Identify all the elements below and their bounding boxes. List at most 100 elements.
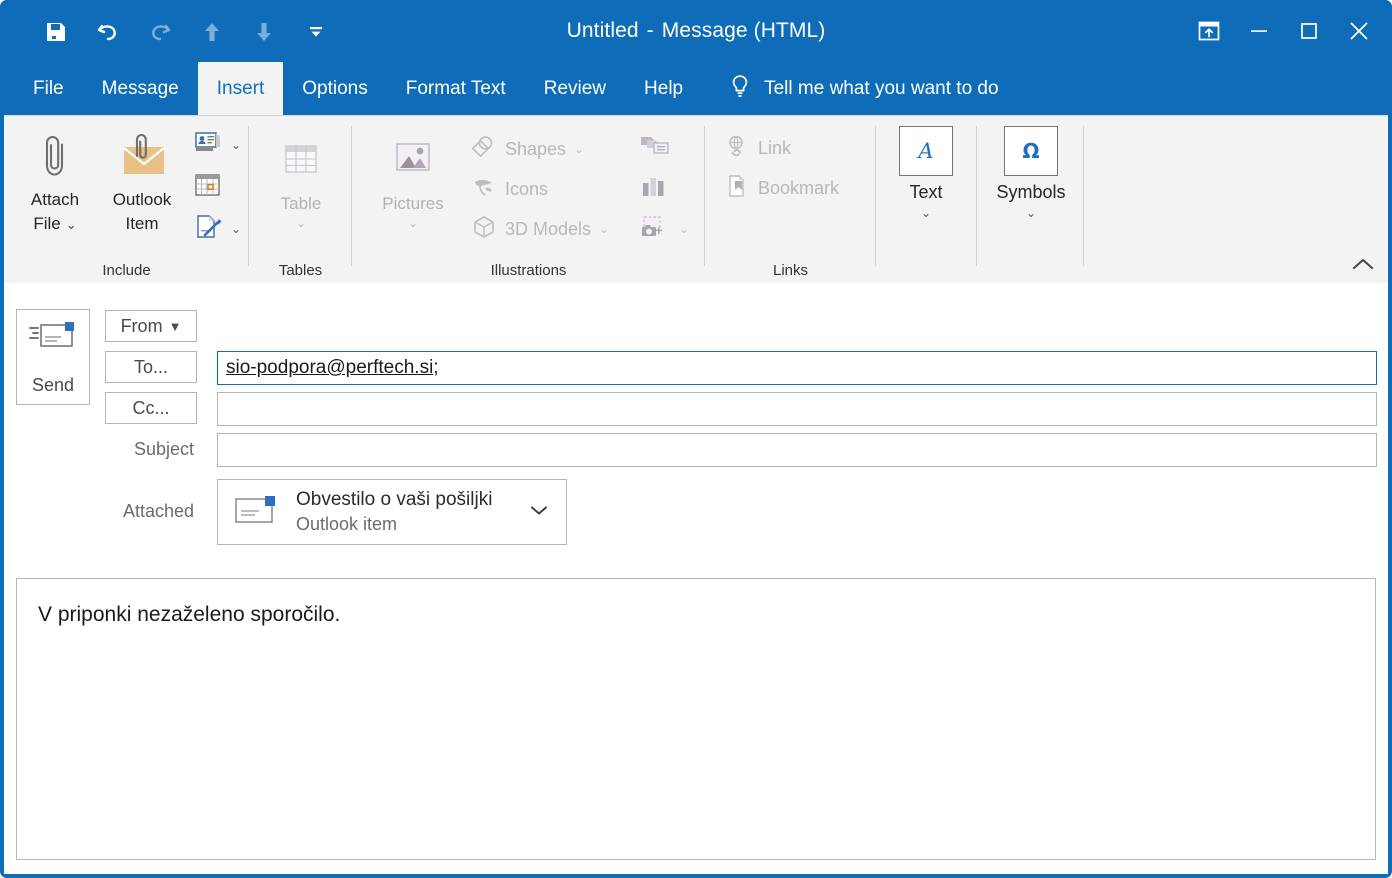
next-item-icon[interactable] bbox=[238, 10, 290, 54]
quick-access-toolbar bbox=[30, 10, 342, 54]
tab-format-text[interactable]: Format Text bbox=[387, 62, 525, 115]
tab-file[interactable]: File bbox=[14, 62, 83, 115]
chevron-down-icon: ▼ bbox=[168, 318, 182, 334]
attachment-text: Obvestilo o vaši pošiljki Outlook item bbox=[296, 488, 528, 536]
message-body[interactable]: V priponki nezaželeno sporočilo. bbox=[16, 578, 1376, 860]
chevron-down-icon[interactable]: ⌄ bbox=[296, 217, 306, 229]
table-icon bbox=[277, 132, 325, 188]
shapes-icon bbox=[471, 134, 497, 165]
attachment-item[interactable]: Obvestilo o vaši pošiljki Outlook item bbox=[217, 479, 567, 545]
attach-file-label-line1: Attach bbox=[30, 190, 80, 209]
chevron-down-icon[interactable]: ⌄ bbox=[231, 222, 241, 236]
message-body-text: V priponki nezaželeno sporočilo. bbox=[38, 603, 341, 626]
previous-item-icon[interactable] bbox=[186, 10, 238, 54]
redo-icon[interactable] bbox=[134, 10, 186, 54]
undo-icon[interactable] bbox=[82, 10, 134, 54]
tab-review[interactable]: Review bbox=[525, 62, 625, 115]
tab-options[interactable]: Options bbox=[283, 62, 386, 115]
to-label: To... bbox=[133, 356, 168, 377]
cc-label: Cc... bbox=[132, 397, 170, 418]
chevron-down-icon[interactable]: ⌄ bbox=[1026, 207, 1036, 219]
chevron-down-icon[interactable]: ⌄ bbox=[921, 207, 931, 219]
send-button[interactable]: Send bbox=[16, 309, 90, 405]
symbols-button[interactable]: Ω Symbols ⌄ bbox=[985, 126, 1077, 219]
from-button[interactable]: From ▼ bbox=[105, 310, 197, 342]
3d-models-label: 3D Models bbox=[505, 218, 592, 239]
chart-button[interactable] bbox=[636, 169, 692, 209]
customize-quick-access-toolbar-icon[interactable] bbox=[290, 10, 342, 54]
attached-label: Attached bbox=[122, 500, 194, 521]
cc-input[interactable] bbox=[217, 392, 1377, 426]
icons-label: Icons bbox=[505, 178, 549, 199]
pictures-button[interactable]: Pictures ⌄ bbox=[364, 126, 462, 229]
ribbon-group-symbols: Ω Symbols ⌄ bbox=[977, 116, 1084, 284]
minimize-icon[interactable] bbox=[1234, 6, 1284, 56]
outlook-item-button[interactable]: Outlook Item bbox=[98, 122, 186, 236]
tell-me-search[interactable]: Tell me what you want to do bbox=[728, 62, 999, 115]
cc-button[interactable]: Cc... bbox=[105, 392, 197, 424]
chevron-down-icon[interactable]: ⌄ bbox=[408, 217, 418, 229]
outlook-item-label-line2: Item bbox=[125, 214, 159, 234]
business-card-button[interactable]: ⌄ bbox=[190, 124, 244, 166]
outlook-item-label-line1: Outlook bbox=[112, 190, 172, 209]
shapes-label: Shapes bbox=[505, 138, 567, 159]
chevron-down-icon[interactable]: ⌄ bbox=[679, 222, 689, 236]
business-card-icon bbox=[193, 128, 223, 163]
link-button[interactable]: Link bbox=[721, 128, 842, 168]
window-title-type: Message (HTML) bbox=[661, 19, 826, 42]
link-icon bbox=[724, 133, 750, 164]
screenshot-button[interactable]: ⌄ bbox=[636, 209, 692, 249]
signature-icon bbox=[193, 212, 223, 247]
ribbon-display-options-icon[interactable] bbox=[1184, 6, 1234, 56]
svg-text:Ω: Ω bbox=[1022, 139, 1039, 163]
attach-file-button[interactable]: Attach File ⌄ bbox=[12, 122, 98, 236]
calendar-button[interactable] bbox=[190, 166, 244, 208]
window-controls bbox=[1184, 6, 1384, 56]
subject-input[interactable] bbox=[217, 433, 1377, 467]
tab-message[interactable]: Message bbox=[83, 62, 198, 115]
ribbon-group-illustrations: Pictures ⌄ Shapes ⌄ Icons 3D Models ⌄ ⌄ … bbox=[352, 116, 705, 284]
bookmark-icon bbox=[724, 173, 750, 204]
group-label-links: Links bbox=[772, 262, 809, 279]
maximize-icon[interactable] bbox=[1284, 6, 1334, 56]
group-label-illustrations: Illustrations bbox=[490, 262, 567, 279]
text-button[interactable]: A Text ⌄ bbox=[880, 126, 972, 219]
title-bar: Untitled - Message (HTML) bbox=[0, 0, 1392, 62]
send-envelope-icon bbox=[27, 318, 79, 359]
chevron-down-icon[interactable]: ⌄ bbox=[66, 217, 77, 232]
table-label: Table bbox=[280, 194, 322, 213]
chevron-down-icon[interactable]: ⌄ bbox=[574, 142, 584, 156]
attach-item-envelope-icon bbox=[114, 128, 170, 184]
to-input[interactable]: sio-podpora@perftech.si; bbox=[217, 351, 1377, 385]
tab-help[interactable]: Help bbox=[625, 62, 702, 115]
chevron-down-icon[interactable]: ⌄ bbox=[599, 222, 609, 236]
window-title-separator: - bbox=[646, 19, 654, 42]
ribbon: Attach File ⌄ Outlook Item ⌄ ⌄ Include T… bbox=[4, 115, 1388, 283]
3d-models-button[interactable]: 3D Models ⌄ bbox=[468, 209, 612, 249]
text-box-icon: A bbox=[899, 126, 953, 176]
outlook-compose-window: Untitled - Message (HTML) File Message I… bbox=[0, 0, 1392, 878]
save-icon[interactable] bbox=[30, 10, 82, 54]
message-compose-area: Send From ▼ To... sio-podpora@perftech.s… bbox=[4, 283, 1388, 874]
ribbon-group-tables: Table ⌄ Tables bbox=[249, 116, 352, 284]
attachment-type: Outlook item bbox=[296, 513, 398, 534]
close-icon[interactable] bbox=[1334, 6, 1384, 56]
collapse-ribbon-button[interactable] bbox=[1348, 251, 1378, 277]
table-button[interactable]: Table ⌄ bbox=[259, 126, 343, 229]
signature-button[interactable]: ⌄ bbox=[190, 208, 244, 250]
chevron-down-icon[interactable] bbox=[528, 503, 550, 522]
symbols-label: Symbols bbox=[996, 182, 1066, 202]
smartart-icon bbox=[639, 133, 671, 166]
tab-insert[interactable]: Insert bbox=[197, 62, 284, 115]
to-button[interactable]: To... bbox=[105, 351, 197, 383]
smartart-button[interactable] bbox=[636, 129, 692, 169]
bookmark-label: Bookmark bbox=[758, 177, 840, 198]
shapes-button[interactable]: Shapes ⌄ bbox=[468, 129, 612, 169]
svg-text:A: A bbox=[916, 139, 933, 163]
tell-me-label: Tell me what you want to do bbox=[764, 77, 999, 99]
icons-icon bbox=[471, 174, 497, 205]
pictures-label: Pictures bbox=[382, 194, 444, 213]
bookmark-button[interactable]: Bookmark bbox=[721, 168, 842, 208]
icons-button[interactable]: Icons bbox=[468, 169, 612, 209]
chevron-down-icon[interactable]: ⌄ bbox=[231, 138, 241, 152]
